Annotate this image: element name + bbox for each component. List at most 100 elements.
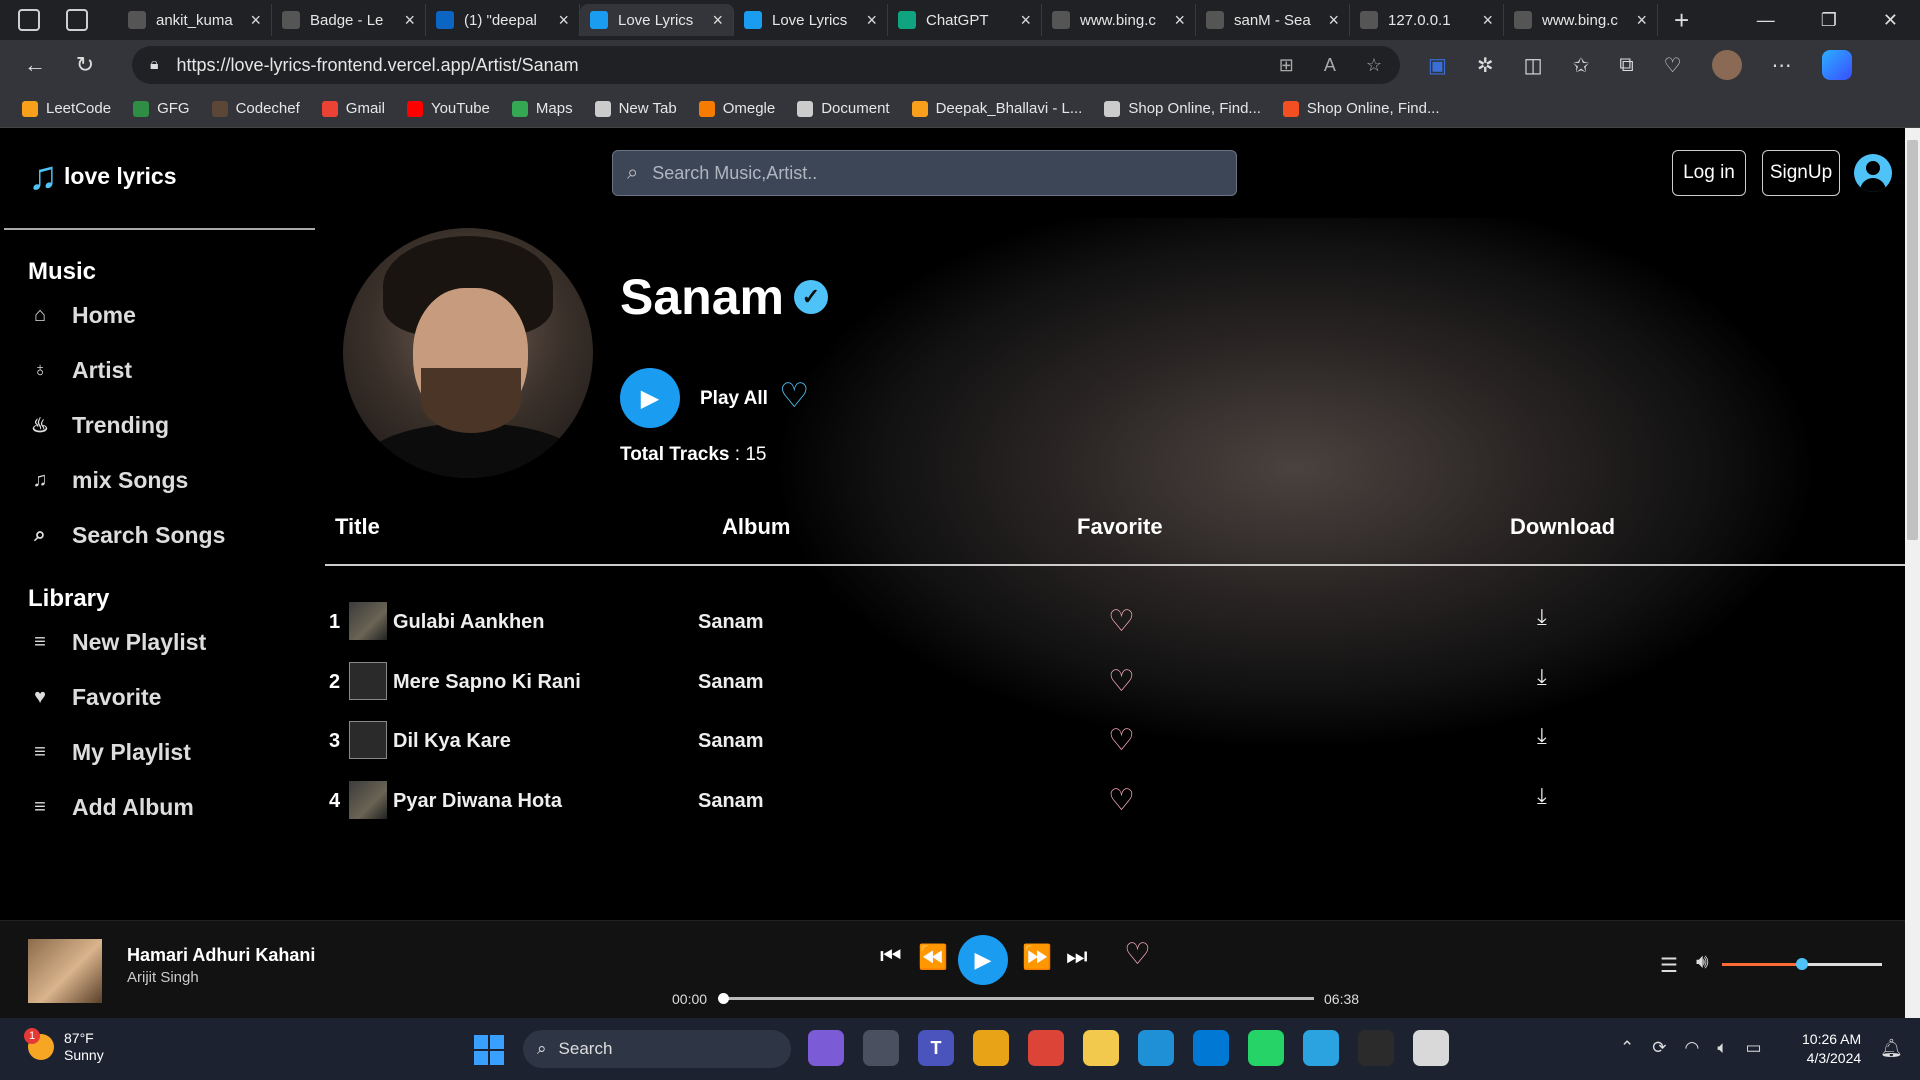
- volume-knob[interactable]: [1796, 958, 1808, 970]
- table-row[interactable]: 2 Mere Sapno Ki Rani Sanam ♡ ⤓: [315, 652, 1905, 712]
- logo[interactable]: ♫ love lyrics: [28, 156, 177, 196]
- table-row[interactable]: 4 Pyar Diwana Hota Sanam ♡ ⤓: [315, 771, 1905, 831]
- new-tab-icon[interactable]: +: [1674, 5, 1689, 36]
- bookmark-codechef[interactable]: Codechef: [211, 100, 300, 117]
- close-window-icon[interactable]: ✕: [1883, 10, 1898, 31]
- sidebar-item-my-playlist[interactable]: ≡ My Playlist: [28, 725, 315, 780]
- progress-knob[interactable]: [718, 993, 729, 1004]
- download-icon[interactable]: ⤓: [1537, 783, 1547, 809]
- queue-icon[interactable]: ☰: [1660, 953, 1678, 978]
- notifications-icon[interactable]: 🔔︎: [1880, 1038, 1903, 1059]
- close-tab-icon[interactable]: ×: [1174, 10, 1185, 31]
- telegram-icon[interactable]: [1303, 1030, 1339, 1066]
- bookmark-shop-online-find[interactable]: Shop Online, Find...: [1104, 100, 1261, 117]
- minimize-icon[interactable]: —: [1757, 10, 1775, 31]
- collections-icon[interactable]: ⧉: [1619, 54, 1633, 77]
- browser-tab[interactable]: ChatGPT ×: [888, 4, 1042, 36]
- bookmark-shop-online-find[interactable]: Shop Online, Find...: [1282, 100, 1440, 117]
- split-screen-icon[interactable]: ◫: [1524, 53, 1543, 78]
- copilot-app-icon[interactable]: [808, 1030, 844, 1066]
- favorite-star-icon[interactable]: ☆: [1366, 55, 1382, 76]
- bookmark-new-tab[interactable]: New Tab: [594, 100, 677, 117]
- chrome-icon[interactable]: [1028, 1030, 1064, 1066]
- close-tab-icon[interactable]: ×: [250, 10, 261, 31]
- mongodb-icon[interactable]: [1358, 1030, 1394, 1066]
- scrollbar-thumb[interactable]: [1907, 140, 1918, 540]
- edge-icon[interactable]: [1138, 1030, 1174, 1066]
- clock[interactable]: 10:26 AM 4/3/2024: [1802, 1030, 1861, 1068]
- browser-tab[interactable]: Love Lyrics ×: [580, 4, 734, 36]
- page-scrollbar[interactable]: [1905, 128, 1920, 1018]
- profile-avatar[interactable]: [1711, 50, 1742, 80]
- start-icon[interactable]: [474, 1035, 504, 1065]
- download-icon[interactable]: ⤓: [1537, 723, 1547, 749]
- browser-tab[interactable]: ankit_kuma ×: [118, 4, 272, 36]
- close-tab-icon[interactable]: ×: [1636, 10, 1647, 31]
- volume-slider[interactable]: [1722, 958, 1882, 970]
- sidebar-item-add-album[interactable]: ≡ Add Album: [28, 780, 315, 835]
- bookmark-maps[interactable]: Maps: [511, 100, 573, 117]
- track-title[interactable]: Dil Kya Kare: [393, 730, 511, 753]
- sync-icon[interactable]: ⟳: [1652, 1038, 1666, 1058]
- copilot-icon[interactable]: [1821, 50, 1852, 80]
- lock-icon[interactable]: 🔒︎: [150, 56, 159, 74]
- browser-tab[interactable]: sanM - Sea ×: [1196, 4, 1350, 36]
- favorite-heart-icon[interactable]: ♡: [1108, 604, 1135, 639]
- browser-tab[interactable]: Love Lyrics ×: [734, 4, 888, 36]
- close-tab-icon[interactable]: ×: [404, 10, 415, 31]
- sidebar-item-trending[interactable]: ♨ Trending: [28, 398, 315, 453]
- more-icon[interactable]: ⋯: [1772, 53, 1792, 78]
- skip-previous-icon[interactable]: ⏮: [880, 943, 902, 971]
- whatsapp-icon[interactable]: [1248, 1030, 1284, 1066]
- progress-slider[interactable]: [718, 993, 1314, 1004]
- app-available-icon[interactable]: ⊞: [1279, 55, 1294, 76]
- task-view-icon[interactable]: [863, 1030, 899, 1066]
- battery-icon[interactable]: ▭: [1746, 1038, 1762, 1058]
- snipping-tool-icon[interactable]: [1413, 1030, 1449, 1066]
- close-tab-icon[interactable]: ×: [1020, 10, 1031, 31]
- close-tab-icon[interactable]: ×: [558, 10, 569, 31]
- teams-icon[interactable]: T: [918, 1030, 954, 1066]
- file-explorer-icon[interactable]: [1083, 1030, 1119, 1066]
- close-tab-icon[interactable]: ×: [1328, 10, 1339, 31]
- read-aloud-icon[interactable]: A: [1324, 55, 1336, 76]
- back-icon[interactable]: ←: [10, 52, 60, 78]
- rewind-icon[interactable]: ⏪: [918, 943, 948, 972]
- login-button[interactable]: Log in: [1672, 150, 1746, 196]
- download-icon[interactable]: ⤓: [1537, 604, 1547, 630]
- url-field[interactable]: 🔒︎ https://love-lyrics-frontend.vercel.a…: [132, 46, 1400, 84]
- user-account-icon[interactable]: [1854, 154, 1892, 192]
- sidebar-item-mix-songs[interactable]: ♫ mix Songs: [28, 453, 315, 508]
- bookmark-gmail[interactable]: Gmail: [321, 100, 385, 117]
- weather-widget[interactable]: 1 87°F Sunny: [24, 1028, 104, 1064]
- play-all-icon-button[interactable]: ▶: [620, 368, 680, 428]
- browser-tab[interactable]: Badge - Le ×: [272, 4, 426, 36]
- bookmark-leetcode[interactable]: LeetCode: [22, 100, 111, 117]
- favorite-heart-icon[interactable]: ♡: [1108, 783, 1135, 818]
- volume-icon[interactable]: 🔊︎: [1696, 951, 1709, 974]
- sidebar-item-favorite[interactable]: ♥ Favorite: [28, 670, 315, 725]
- browser-tab[interactable]: www.bing.c ×: [1042, 4, 1196, 36]
- close-tab-icon[interactable]: ×: [866, 10, 877, 31]
- browser-tab[interactable]: (1) "deepal ×: [426, 4, 580, 36]
- favorites-icon[interactable]: ✩: [1573, 53, 1590, 78]
- wifi-icon[interactable]: ◠: [1685, 1038, 1700, 1058]
- bookmark-youtube[interactable]: YouTube: [406, 100, 490, 117]
- track-title[interactable]: Pyar Diwana Hota: [393, 790, 562, 813]
- workspaces-icon[interactable]: [18, 9, 40, 31]
- sidebar-item-artist[interactable]: ♁ Artist: [28, 343, 315, 398]
- close-tab-icon[interactable]: ×: [1482, 10, 1493, 31]
- skip-next-icon[interactable]: ⏭: [1066, 943, 1088, 971]
- browser-tab[interactable]: 127.0.0.1 ×: [1350, 4, 1504, 36]
- track-title[interactable]: Gulabi Aankhen: [393, 611, 545, 634]
- sidebar-item-search-songs[interactable]: ⌕ Search Songs: [28, 508, 315, 563]
- play-all-button[interactable]: Play All: [700, 388, 768, 410]
- search-bar[interactable]: ⌕: [612, 150, 1237, 196]
- tab-actions-icon[interactable]: [66, 9, 88, 31]
- browser-tab[interactable]: www.bing.c ×: [1504, 4, 1658, 36]
- taskbar-search[interactable]: ⌕ Search: [523, 1030, 791, 1068]
- fast-forward-icon[interactable]: ⏩: [1022, 943, 1052, 972]
- speaker-icon[interactable]: 🔈︎: [1717, 1038, 1727, 1058]
- show-hidden-icons-icon[interactable]: ⌃: [1620, 1038, 1634, 1058]
- favorite-heart-icon[interactable]: ♡: [1108, 723, 1135, 758]
